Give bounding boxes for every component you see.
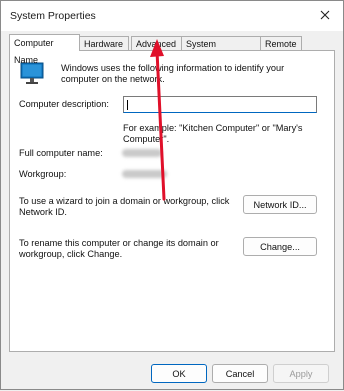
title-bar: System Properties <box>1 1 343 31</box>
close-icon <box>320 10 330 20</box>
computer-name-panel: Windows uses the following information t… <box>9 50 335 352</box>
ok-button-label: OK <box>172 368 186 379</box>
full-computer-name-label: Full computer name: <box>19 148 103 158</box>
change-description: To rename this computer or change its do… <box>19 238 219 259</box>
ok-button[interactable]: OK <box>151 364 207 383</box>
cancel-button-label: Cancel <box>225 368 255 379</box>
network-id-button-label: Network ID... <box>253 199 307 210</box>
network-id-button[interactable]: Network ID... <box>243 195 317 214</box>
description-example: For example: "Kitchen Computer" or "Mary… <box>123 123 303 144</box>
intro-text: Windows uses the following information t… <box>61 63 285 84</box>
change-button-label: Change... <box>260 241 300 252</box>
workgroup-value <box>122 170 167 178</box>
system-properties-window: System Properties Computer Name Hardware… <box>0 0 344 390</box>
tab-label: Advanced <box>136 39 177 49</box>
apply-button[interactable]: Apply <box>273 364 329 383</box>
apply-button-label: Apply <box>289 368 313 379</box>
tab-computer-name[interactable]: Computer Name <box>9 34 80 65</box>
window-title: System Properties <box>10 10 96 22</box>
tab-system-protection[interactable]: System Protection <box>181 36 261 63</box>
tab-label: Hardware <box>84 39 124 49</box>
close-button[interactable] <box>314 5 336 25</box>
cancel-button[interactable]: Cancel <box>212 364 268 383</box>
tab-advanced[interactable]: Advanced <box>131 36 182 50</box>
full-computer-name-value <box>122 149 162 157</box>
change-button[interactable]: Change... <box>243 237 317 256</box>
computer-description-label: Computer description: <box>19 99 109 109</box>
text-caret <box>127 100 128 110</box>
tab-label: Remote <box>265 39 297 49</box>
workgroup-label: Workgroup: <box>19 169 67 179</box>
tab-hardware[interactable]: Hardware <box>79 36 129 50</box>
computer-description-input[interactable] <box>123 96 317 113</box>
network-id-description: To use a wizard to join a domain or work… <box>19 196 230 217</box>
tab-remote[interactable]: Remote <box>260 36 302 50</box>
